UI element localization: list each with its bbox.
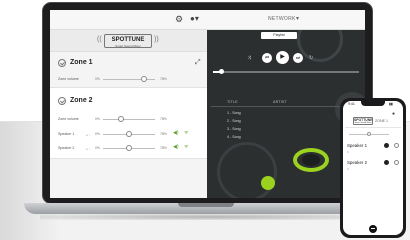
zone-1-volume-knob[interactable] (140, 76, 147, 82)
track-title: 4 - Song (227, 135, 241, 139)
user-icon[interactable]: ●▾ (190, 14, 199, 23)
track-title: 2 - Song (227, 119, 241, 123)
spottune-logo: SPOTTUNE Smart Sound Mixer (104, 34, 152, 48)
track-title: 1 - Song (227, 111, 241, 115)
zones-panel-footer (50, 158, 207, 198)
phone-speaker-1-toggle[interactable] (384, 143, 389, 148)
gear-icon[interactable]: ⚙ (175, 14, 183, 25)
progress-knob[interactable] (219, 69, 225, 74)
phone-zone-label[interactable]: ZONE 1 (375, 119, 388, 123)
zone-1-volume-min: 0% (95, 77, 100, 81)
speaker-1-max: 78% (160, 132, 167, 136)
phone-speaker-2-toggle[interactable] (384, 160, 389, 165)
zones-panel: (( SPOTTUNE Smart Sound Mixer )) Zone 1 … (50, 30, 207, 198)
phone-speaker-2-ring[interactable] (394, 160, 399, 165)
phone-speaker-2-label: Speaker 2 (347, 160, 368, 165)
playlist-button[interactable]: Playlist (261, 32, 297, 39)
speaker-1-mark: ● ○ (86, 133, 91, 137)
zone-2-volume-knob[interactable] (118, 116, 125, 122)
speaker-1-label: Speaker 1 (58, 132, 75, 136)
table-divider (211, 106, 361, 107)
laptop-notch (178, 203, 234, 207)
zone-2-volume-min: 0% (95, 117, 100, 121)
network-label[interactable]: NETWORK (268, 16, 296, 22)
zone-1-volume-track[interactable] (103, 79, 155, 80)
phone-speaker-1-label: Speaker 1 (347, 143, 368, 148)
speaker-2-wifi-icon: ᯤ (184, 144, 189, 150)
expand-icon[interactable]: ⤢ (195, 59, 201, 67)
chevron-down-icon[interactable]: ▾ (296, 15, 299, 22)
logo-sub-text: Smart Sound Mixer (115, 44, 141, 48)
zone-2-title: Zone 2 (70, 97, 93, 104)
deco-green-ring-hole (302, 154, 320, 166)
zone-2-volume-track[interactable] (103, 119, 155, 120)
phone-time: 9:41 (348, 102, 355, 106)
track-title: 3 - Song (227, 127, 241, 131)
laptop-screen: ⚙ ●▾ NETWORK ▾ (( SPOTTUNE Smart Sound M… (50, 10, 365, 198)
phone-speaker-2-value: 0 (347, 167, 349, 171)
phone-home-button[interactable] (369, 225, 377, 233)
spottune-logo: SPOTTUNE Smart Sound Mixer (353, 117, 373, 125)
logo-bracket-left: (( (97, 36, 102, 43)
repeat-icon[interactable]: ↻ (309, 55, 313, 61)
speaker-1-volume-icon[interactable]: ◀) (173, 130, 179, 136)
column-artist: ARTIST (273, 100, 287, 104)
logo-bracket-right: )) (154, 36, 159, 43)
zone-2-toggle[interactable] (58, 97, 66, 105)
speaker-1-knob[interactable] (126, 131, 132, 137)
deco-green-dot (261, 176, 275, 190)
speaker-2-mark: ● ○ (86, 147, 91, 151)
speaker-2-max: 78% (160, 146, 167, 150)
logo-sub-text: Smart Sound Mixer (354, 122, 372, 124)
speaker-1-wifi-icon: ᯤ (184, 130, 189, 136)
zone-1-volume-label: Zone volume (58, 77, 79, 81)
phone-divider (345, 127, 401, 128)
phone-speaker-1-ring[interactable] (394, 143, 399, 148)
column-title: TITLE (227, 100, 238, 104)
zone-1-toggle[interactable] (58, 59, 66, 67)
zone-card-2: Zone 2 Zone volume 0% 78% Speaker 1 ● ○ … (50, 87, 207, 158)
phone-zone-volume-knob[interactable] (367, 132, 371, 136)
next-button[interactable]: ⏭ (293, 53, 303, 63)
progress-bar[interactable] (213, 69, 359, 74)
logo-main-text: SPOTTUNE (111, 37, 145, 43)
phone-speaker-1-value: 0 (347, 150, 349, 154)
logo-row: (( SPOTTUNE Smart Sound Mixer )) (50, 30, 207, 52)
speaker-1-min: 0% (95, 132, 100, 136)
zone-1-volume-max: 78% (160, 77, 167, 81)
speaker-2-label: Speaker 2 (58, 146, 75, 150)
play-button[interactable]: ▶ (276, 51, 289, 64)
deco-ring-top (297, 30, 343, 62)
battery-icon: ▮▮ (389, 102, 393, 106)
phone-screen: 9:41 ▮▮ ● SPOTTUNE Smart Sound Mixer ZON… (343, 101, 403, 235)
zone-1-title: Zone 1 (70, 59, 93, 66)
speaker-2-min: 0% (95, 146, 100, 150)
user-icon[interactable]: ● (392, 111, 395, 117)
previous-button[interactable]: ⏮ (262, 53, 272, 63)
zone-2-volume-label: Zone volume (58, 117, 79, 121)
zone-card-1: Zone 1 ⤢ Zone volume 0% 78% (50, 53, 207, 87)
zone-2-volume-max: 78% (160, 117, 167, 121)
phone-notch (361, 101, 385, 106)
speaker-2-volume-icon[interactable]: ◀) (173, 144, 179, 150)
shuffle-icon[interactable]: ⤨ (247, 55, 251, 61)
app-topbar: ⚙ ●▾ NETWORK ▾ (50, 10, 365, 30)
speaker-2-knob[interactable] (126, 145, 132, 151)
laptop-shadow (40, 214, 378, 220)
